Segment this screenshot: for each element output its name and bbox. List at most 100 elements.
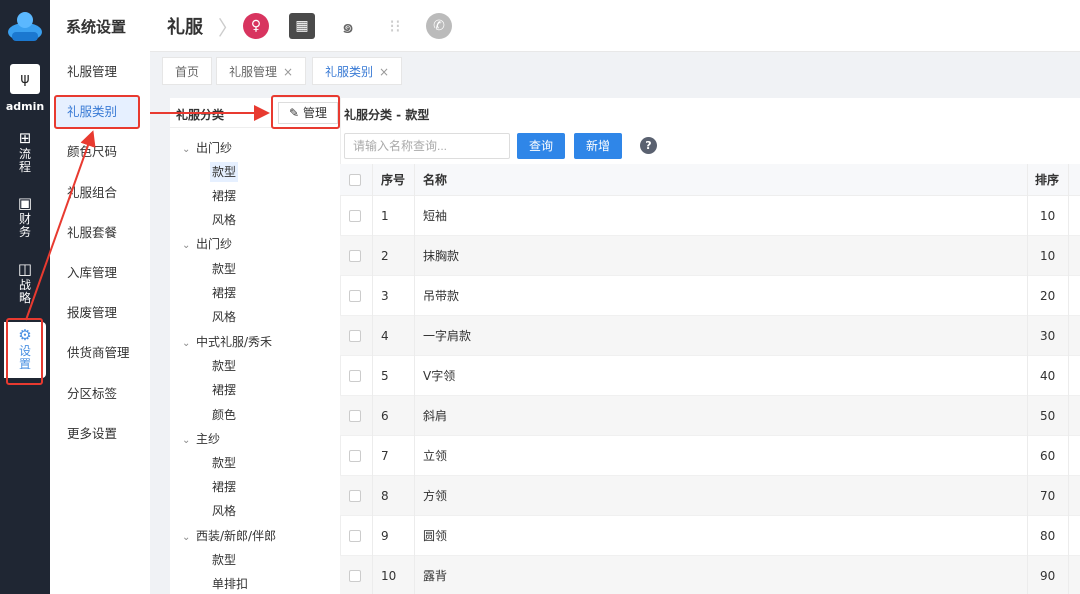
annotation-box-category bbox=[54, 95, 140, 129]
rail-item-strategy[interactable]: ◫ 战略 bbox=[0, 261, 50, 305]
tree-leaf[interactable]: 单排扣 bbox=[210, 574, 250, 594]
close-icon[interactable]: × bbox=[379, 65, 389, 79]
sidebar-item-dress-management[interactable]: 礼服管理 bbox=[50, 57, 150, 87]
flow-icon: ⊞ bbox=[18, 129, 32, 147]
avatar[interactable]: ψ bbox=[10, 64, 40, 94]
table-row[interactable]: 5 V字领 40 bbox=[340, 356, 1080, 396]
phone-icon[interactable]: ✆ bbox=[426, 13, 452, 39]
row-checkbox[interactable] bbox=[349, 529, 361, 542]
cell-index: 5 bbox=[381, 368, 389, 383]
row-checkbox[interactable] bbox=[349, 369, 361, 382]
sidebar-item-more-settings[interactable]: 更多设置 bbox=[50, 419, 150, 449]
tree-node[interactable]: ⌄ 中式礼服/秀禾 bbox=[182, 332, 272, 352]
rail-item-finance[interactable]: ▣ 财务 bbox=[0, 195, 50, 239]
table-row[interactable]: 9 圆领 80 bbox=[340, 516, 1080, 556]
table-row[interactable]: 7 立领 60 bbox=[340, 436, 1080, 476]
tree-leaf[interactable]: 风格 bbox=[210, 210, 238, 230]
table-row[interactable]: 6 斜肩 50 bbox=[340, 396, 1080, 436]
select-all-checkbox[interactable] bbox=[349, 173, 361, 186]
table-row[interactable]: 4 一字肩款 30 bbox=[340, 316, 1080, 356]
sidebar-item-stock-in[interactable]: 入库管理 bbox=[50, 258, 150, 288]
sidebar-item-dress-package[interactable]: 礼服套餐 bbox=[50, 218, 150, 248]
cell-index: 1 bbox=[381, 208, 389, 223]
tree-leaf[interactable]: 裙摆 bbox=[210, 380, 238, 400]
row-checkbox[interactable] bbox=[349, 489, 361, 502]
tree-leaf[interactable]: 款型 bbox=[210, 259, 238, 279]
col-divider bbox=[372, 164, 373, 594]
content-panel: 礼服分类 ✎ 管理 ⌄ 出门纱 款型 裙摆 风格 ⌄ 出门纱 款型 裙摆 风格 ⌄ 中… bbox=[170, 98, 1080, 594]
sidebar-item-supplier[interactable]: 供货商管理 bbox=[50, 338, 150, 368]
grid-apps-icon[interactable]: ⁝⁝ bbox=[382, 13, 408, 39]
wedding-app-icon[interactable]: ♀ bbox=[243, 13, 269, 39]
tree-leaf[interactable]: 款型 bbox=[210, 162, 239, 182]
briefcase-icon: ◫ bbox=[17, 260, 33, 278]
tree-node[interactable]: ⌄ 出门纱 bbox=[182, 234, 232, 254]
tree-leaf[interactable]: 款型 bbox=[210, 356, 238, 376]
cell-index: 4 bbox=[381, 328, 389, 343]
tree-node[interactable]: ⌄ 出门纱 bbox=[182, 138, 232, 158]
row-checkbox[interactable] bbox=[349, 569, 361, 582]
add-button[interactable]: 新增 bbox=[574, 133, 623, 159]
sidebar-item-scrap[interactable]: 报废管理 bbox=[50, 298, 150, 328]
tab-home[interactable]: 首页 bbox=[162, 57, 213, 85]
cell-sort: 70 bbox=[1040, 488, 1056, 503]
tree-leaf[interactable]: 裙摆 bbox=[210, 477, 238, 497]
sidebar-item-zone-tag[interactable]: 分区标签 bbox=[50, 379, 150, 409]
table-row[interactable]: 1 短袖 10 bbox=[340, 196, 1080, 236]
table-row[interactable]: 3 吊带款 20 bbox=[340, 276, 1080, 316]
photo-app-icon[interactable]: ▦ bbox=[289, 13, 315, 39]
app-logo-icon[interactable] bbox=[6, 8, 44, 44]
caret-down-icon[interactable]: ⌄ bbox=[182, 528, 196, 548]
cell-sort: 50 bbox=[1040, 408, 1056, 423]
cell-index: 10 bbox=[381, 568, 397, 583]
cell-sort: 80 bbox=[1040, 528, 1056, 543]
spiral-app-icon[interactable]: ๑ bbox=[335, 13, 361, 39]
caret-down-icon[interactable]: ⌄ bbox=[182, 334, 196, 354]
table-row[interactable]: 10 露背 90 bbox=[340, 556, 1080, 594]
tree-node[interactable]: ⌄ 主纱 bbox=[182, 429, 220, 449]
tree-leaf[interactable]: 风格 bbox=[210, 501, 238, 521]
row-checkbox[interactable] bbox=[349, 449, 361, 462]
row-checkbox[interactable] bbox=[349, 409, 361, 422]
cell-index: 9 bbox=[381, 528, 389, 543]
tabs-bar: 首页 礼服管理 × 礼服类别 × bbox=[150, 52, 1080, 90]
row-checkbox[interactable] bbox=[349, 329, 361, 342]
tree-leaf[interactable]: 颜色 bbox=[210, 405, 238, 425]
cell-name: 立领 bbox=[423, 449, 448, 463]
sidebar-item-dress-combo[interactable]: 礼服组合 bbox=[50, 178, 150, 208]
tab-dress-management[interactable]: 礼服管理 × bbox=[216, 57, 307, 85]
cell-index: 7 bbox=[381, 448, 389, 463]
caret-down-icon[interactable]: ⌄ bbox=[182, 431, 196, 451]
tree-leaf[interactable]: 款型 bbox=[210, 550, 238, 570]
rail-item-flow[interactable]: ⊞ 流程 bbox=[0, 130, 50, 174]
close-icon[interactable]: × bbox=[283, 65, 293, 79]
tree-title: 礼服分类 bbox=[176, 108, 225, 122]
cell-name: 斜肩 bbox=[423, 409, 448, 423]
table-row[interactable]: 2 抹胸款 10 bbox=[340, 236, 1080, 276]
cell-sort: 90 bbox=[1040, 568, 1056, 583]
cell-name: 圆领 bbox=[423, 529, 448, 543]
table-row[interactable]: 8 方领 70 bbox=[340, 476, 1080, 516]
search-input[interactable] bbox=[344, 133, 510, 159]
col-divider bbox=[414, 164, 415, 594]
col-index: 序号 bbox=[381, 173, 406, 187]
tree-leaf[interactable]: 裙摆 bbox=[210, 283, 238, 303]
row-checkbox[interactable] bbox=[349, 289, 361, 302]
sidebar-item-color-size[interactable]: 颜色尺码 bbox=[50, 137, 150, 167]
row-checkbox[interactable] bbox=[349, 209, 361, 222]
col-sort[interactable]: 排序 bbox=[1035, 164, 1059, 195]
tree-leaf[interactable]: 裙摆 bbox=[210, 186, 238, 206]
tree-leaf[interactable]: 风格 bbox=[210, 307, 238, 327]
row-checkbox[interactable] bbox=[349, 249, 361, 262]
cell-index: 8 bbox=[381, 488, 389, 503]
query-button[interactable]: 查询 bbox=[517, 133, 566, 159]
tree-leaf[interactable]: 款型 bbox=[210, 453, 238, 473]
tree-node[interactable]: ⌄ 西装/新郎/伴郎 bbox=[182, 526, 276, 546]
caret-down-icon[interactable]: ⌄ bbox=[182, 140, 196, 160]
help-icon[interactable]: ? bbox=[640, 137, 657, 154]
annotation-box-settings bbox=[6, 318, 43, 385]
cell-sort: 60 bbox=[1040, 448, 1056, 463]
tab-dress-category[interactable]: 礼服类别 × bbox=[312, 57, 403, 85]
cell-sort: 20 bbox=[1040, 288, 1056, 303]
caret-down-icon[interactable]: ⌄ bbox=[182, 236, 196, 256]
